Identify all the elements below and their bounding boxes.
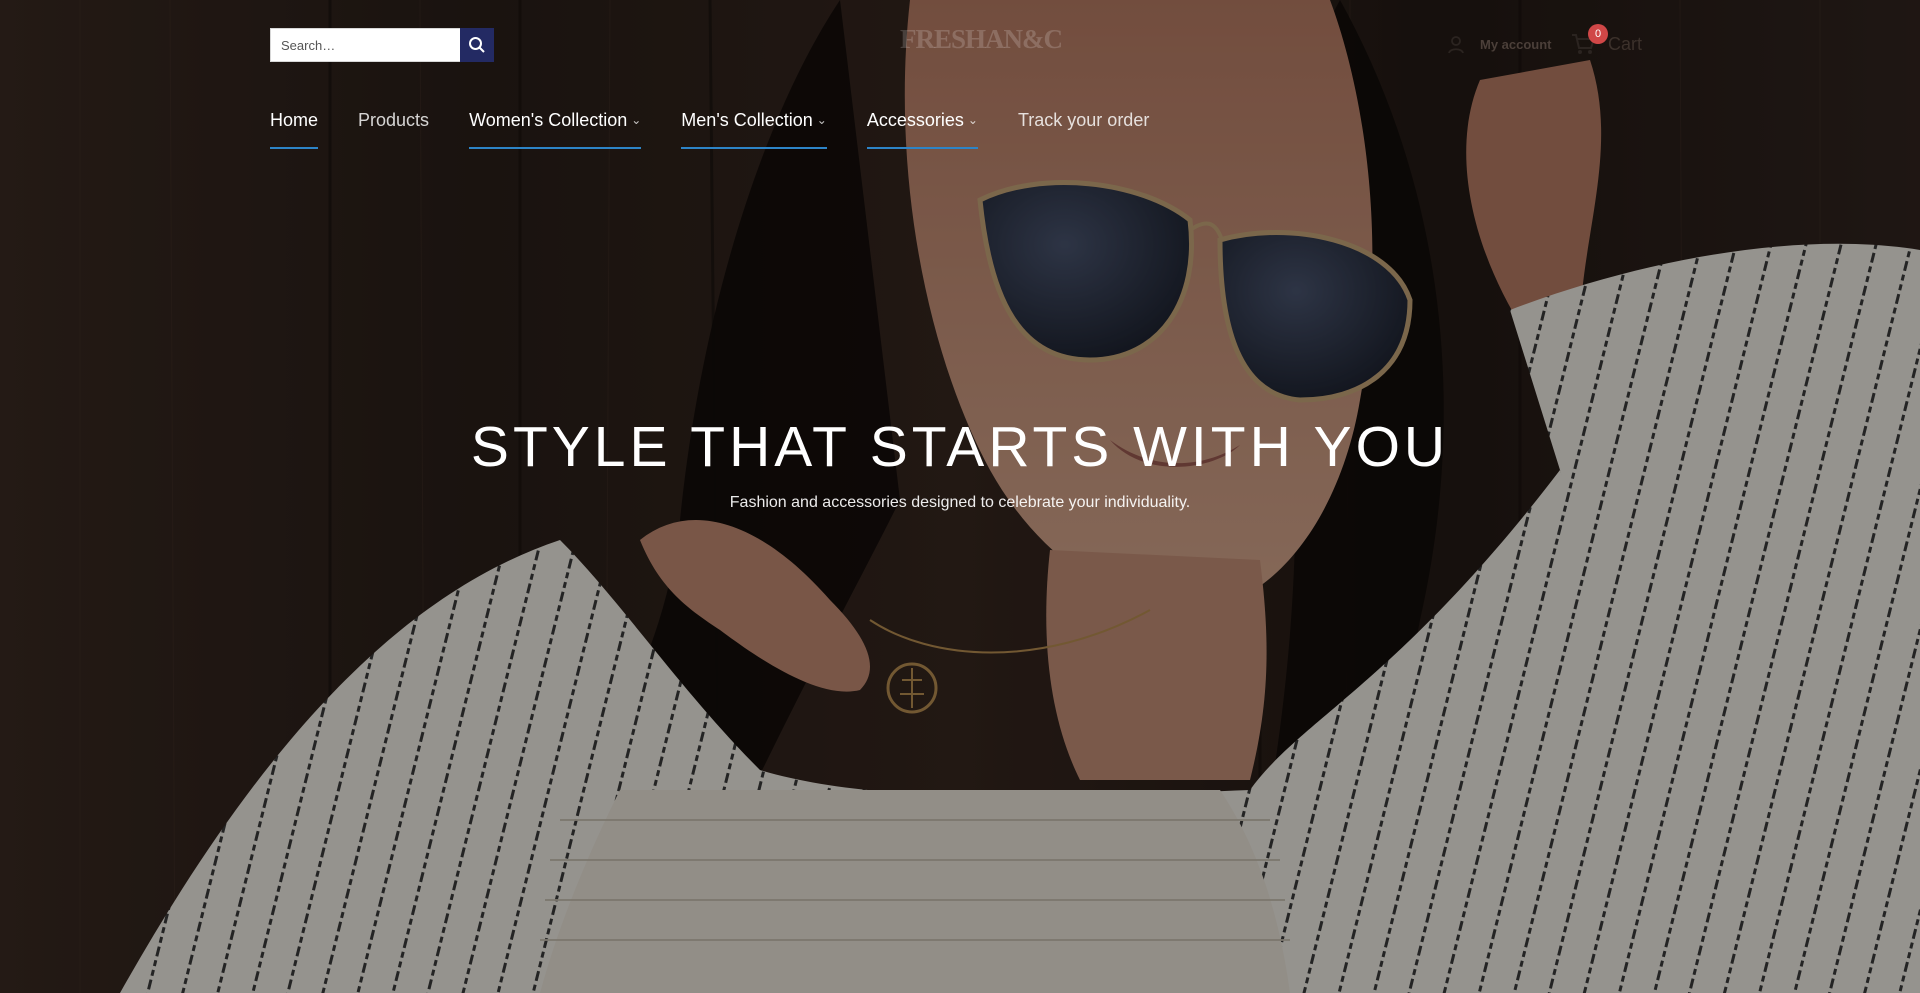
chevron-down-icon: ⌄ bbox=[816, 113, 827, 127]
nav-underline bbox=[866, 147, 978, 149]
nav-mens-collection[interactable]: Men's Collection ⌄ bbox=[681, 98, 827, 150]
nav-track-order[interactable]: Track your order bbox=[1018, 98, 1149, 150]
nav-track-order-label: Track your order bbox=[1017, 110, 1150, 130]
nav-womens-collection-label: Women's Collection bbox=[469, 110, 628, 130]
nav-home[interactable]: Home bbox=[270, 98, 319, 150]
site-header: FRESHAN&C My account 0 Cart Home Pr bbox=[0, 0, 1920, 160]
chevron-down-icon: ⌄ bbox=[631, 113, 642, 127]
nav-active-underline bbox=[270, 147, 319, 149]
user-icon bbox=[1448, 36, 1464, 54]
cart-label: Cart bbox=[1608, 33, 1643, 54]
nav-accessories[interactable]: Accessories ⌄ bbox=[866, 98, 978, 150]
hero-subtitle: Fashion and accessories designed to cele… bbox=[729, 494, 1191, 511]
main-navigation: Home Products Women's Collection ⌄ Men's … bbox=[270, 98, 1189, 150]
nav-products-label: Products bbox=[358, 110, 430, 130]
nav-products[interactable]: Products bbox=[358, 98, 429, 150]
nav-underline bbox=[469, 147, 642, 149]
cart-link[interactable]: 0 Cart bbox=[1570, 24, 1642, 64]
search-form bbox=[270, 28, 494, 62]
my-account-link[interactable]: My account bbox=[1446, 32, 1552, 56]
nav-accessories-label: Accessories bbox=[866, 110, 964, 130]
search-icon bbox=[469, 37, 485, 53]
chevron-down-icon: ⌄ bbox=[967, 113, 978, 127]
search-button[interactable] bbox=[460, 28, 494, 62]
hero-title: STYLE THAT STARTS WITH YOU bbox=[470, 415, 1450, 479]
nav-mens-collection-label: Men's Collection bbox=[681, 110, 813, 130]
nav-home-label: Home bbox=[270, 110, 319, 130]
my-account-label: My account bbox=[1480, 36, 1552, 52]
site-logo[interactable]: FRESHAN&C bbox=[900, 24, 1063, 58]
search-input[interactable] bbox=[270, 28, 460, 62]
hero-section: FRESHAN&C My account 0 Cart Home Pr bbox=[0, 0, 1920, 993]
nav-womens-collection[interactable]: Women's Collection ⌄ bbox=[469, 98, 642, 150]
nav-underline bbox=[681, 147, 827, 149]
hero-headline: STYLE THAT STARTS WITH YOU Fashion and a… bbox=[460, 418, 1460, 512]
cart-count-badge: 0 bbox=[1588, 24, 1608, 44]
